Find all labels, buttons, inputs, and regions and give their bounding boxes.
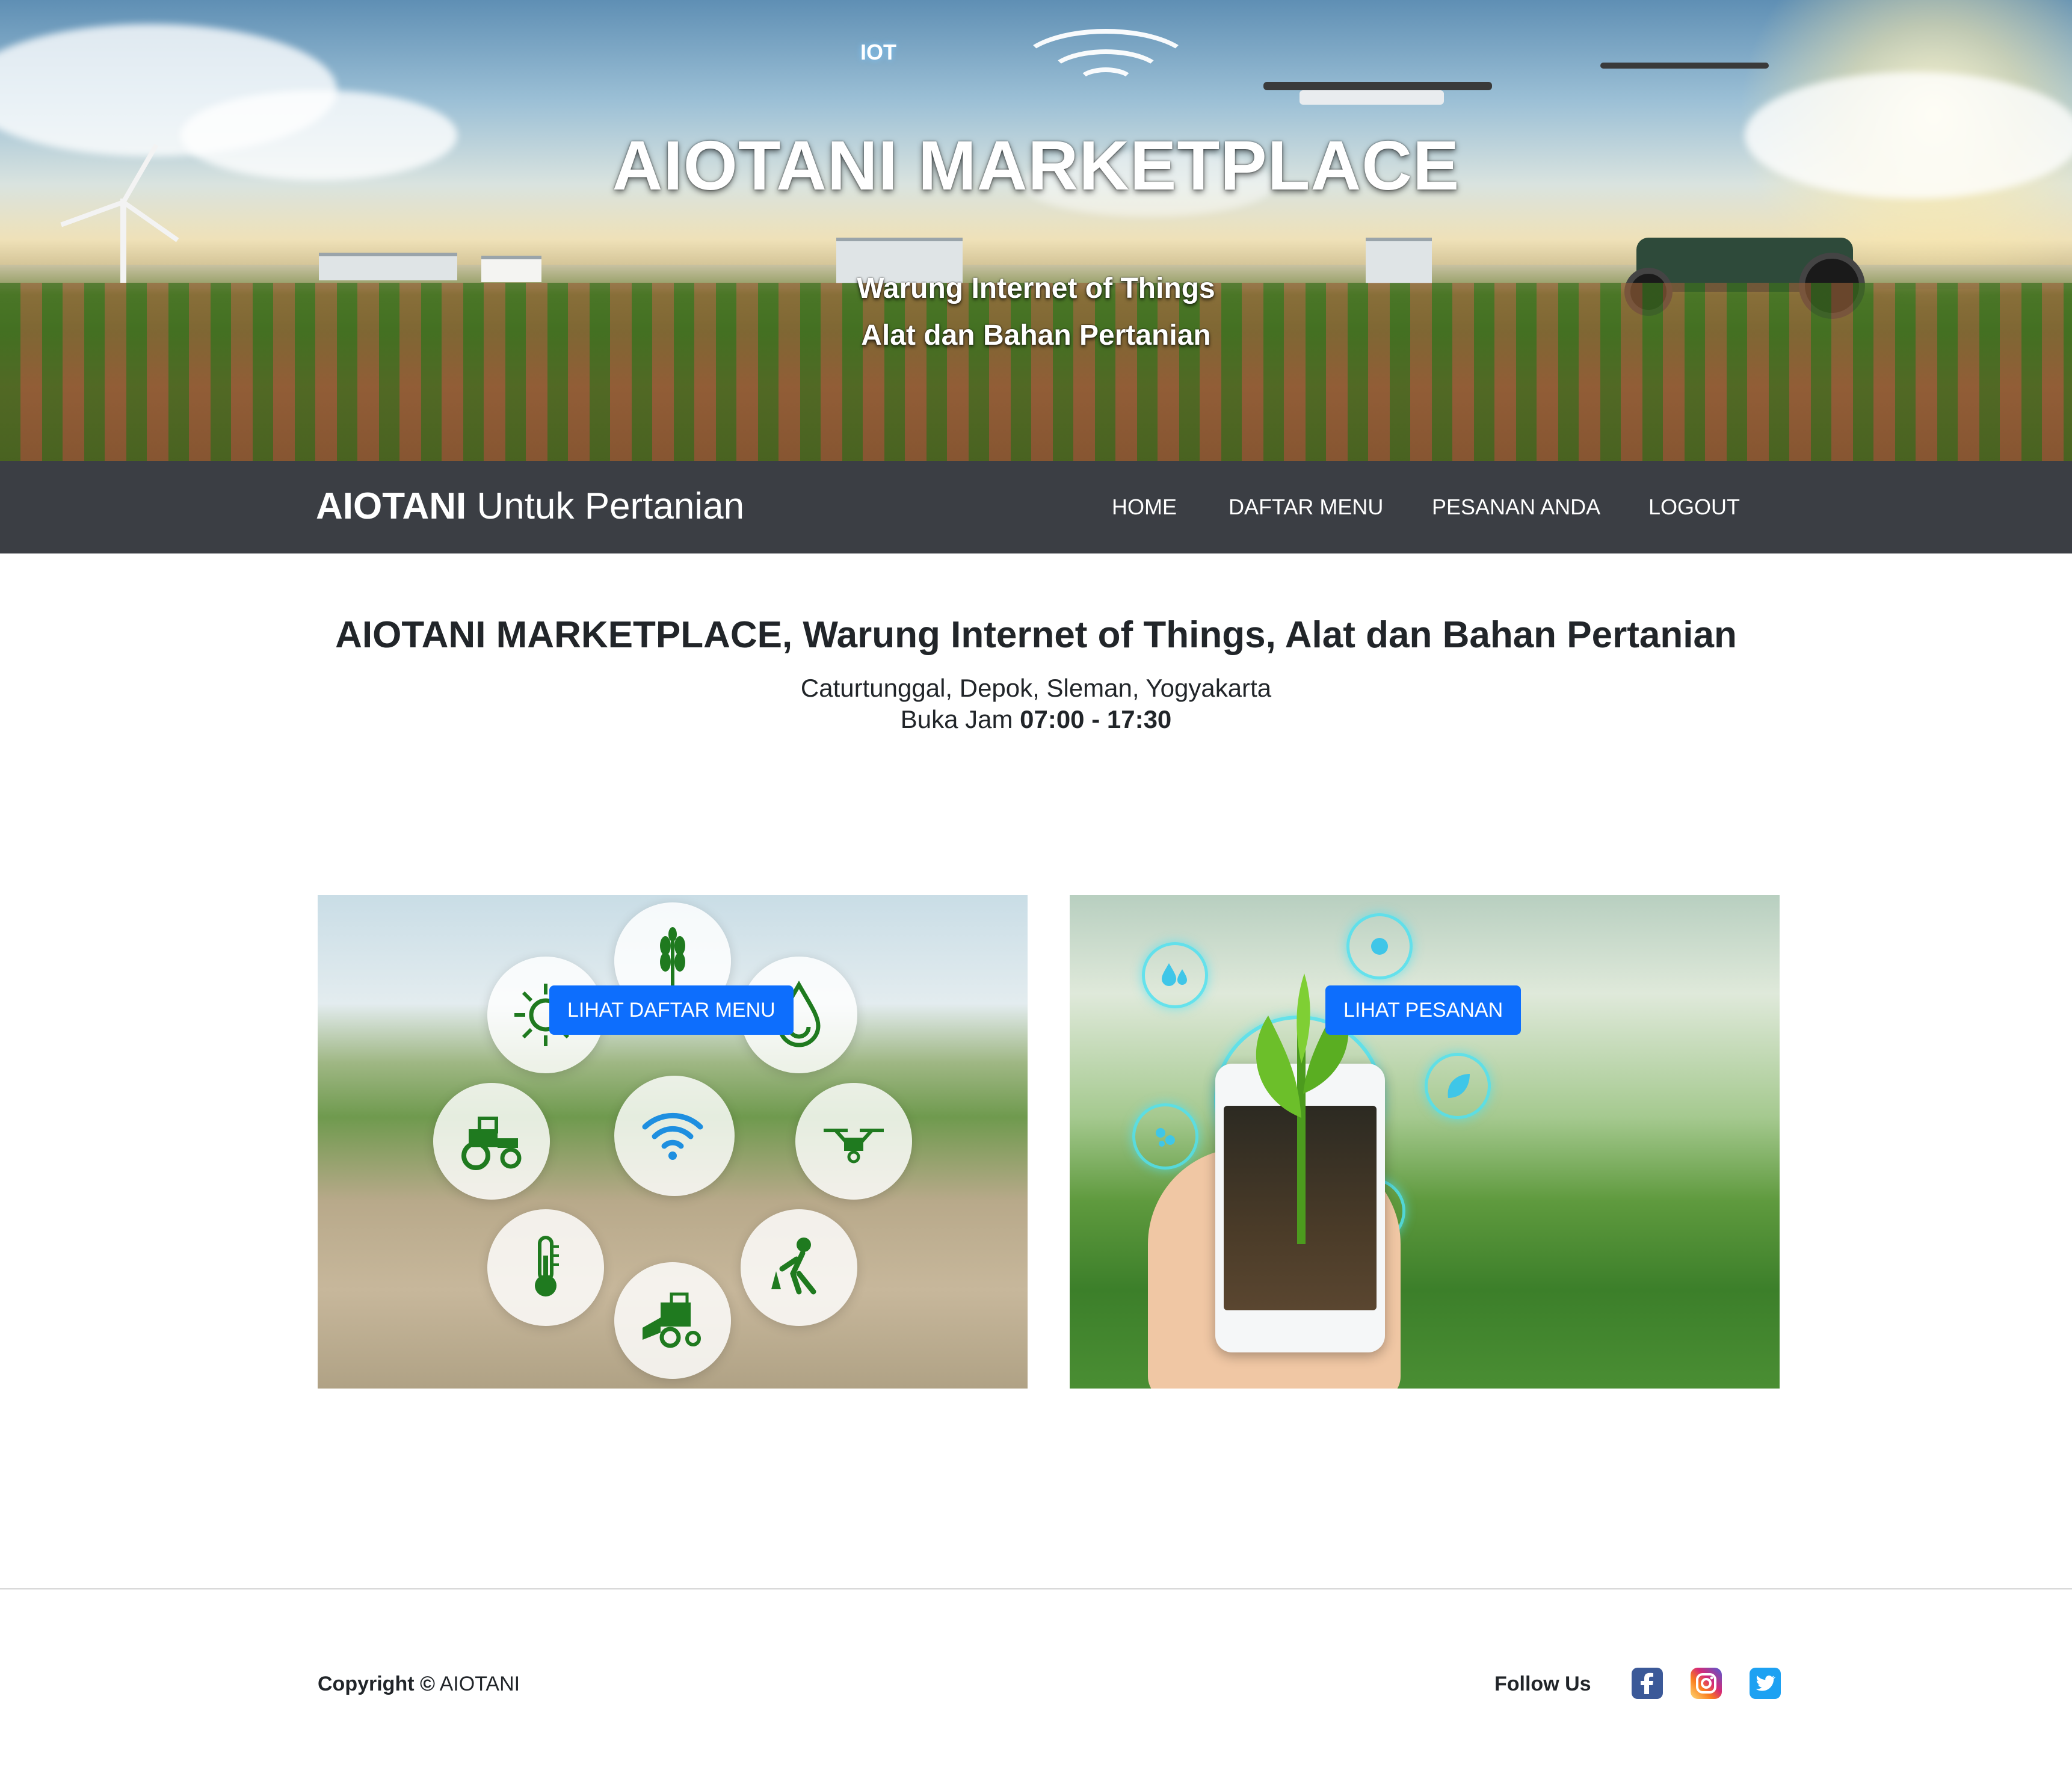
hero-subtitle-line1: Warung Internet of Things bbox=[857, 273, 1215, 304]
tractor-icon bbox=[433, 1083, 550, 1200]
copyright-text: Copyright © AIOTANI bbox=[318, 1672, 520, 1696]
brand-logo[interactable]: AIOTANI Untuk Pertanian bbox=[316, 485, 744, 528]
wind-turbine-blade bbox=[122, 200, 179, 242]
twitter-icon[interactable] bbox=[1750, 1668, 1781, 1699]
wind-turbine bbox=[120, 199, 126, 283]
footer-divider bbox=[0, 1588, 2072, 1589]
opening-hours: Buka Jam 07:00 - 17:30 bbox=[0, 705, 2072, 734]
copyright-label: Copyright bbox=[318, 1672, 420, 1695]
view-menu-button[interactable]: LIHAT DAFTAR MENU bbox=[549, 985, 794, 1035]
water-drops-icon bbox=[1142, 942, 1208, 1008]
nav-pesanan-anda[interactable]: PESANAN ANDA bbox=[1432, 495, 1600, 520]
wifi-signal-icon bbox=[1077, 67, 1135, 96]
hero-title: AIOTANI MARKETPLACE bbox=[612, 126, 1460, 205]
iot-badge: IOT bbox=[860, 40, 896, 64]
follow-us-label: Follow Us bbox=[1494, 1672, 1591, 1695]
navbar: AIOTANI Untuk Pertanian HOME DAFTAR MENU… bbox=[0, 461, 2072, 553]
copyright-symbol: © bbox=[419, 1672, 436, 1695]
location-icon bbox=[1346, 913, 1413, 979]
drone-icon bbox=[795, 1083, 912, 1200]
nav-home[interactable]: HOME bbox=[1112, 495, 1177, 520]
drone-icon bbox=[1300, 90, 1444, 105]
wifi-icon bbox=[614, 1076, 735, 1196]
nav-logout[interactable]: LOGOUT bbox=[1648, 495, 1740, 520]
orders-card: LIHAT PESANAN bbox=[1070, 895, 1780, 1389]
drone-icon bbox=[1600, 63, 1769, 69]
view-orders-button[interactable]: LIHAT PESANAN bbox=[1325, 985, 1522, 1035]
fertilizer-icon bbox=[1132, 1103, 1198, 1170]
hero-subtitle-line2: Alat dan Bahan Pertanian bbox=[861, 319, 1211, 351]
harvester-icon bbox=[614, 1262, 731, 1379]
crop-field bbox=[0, 283, 2072, 461]
brand-name: AIOTANI bbox=[316, 486, 467, 527]
leaf-icon bbox=[1425, 1053, 1491, 1119]
hours-value: 07:00 - 17:30 bbox=[1020, 705, 1172, 733]
facebook-icon[interactable] bbox=[1632, 1668, 1663, 1699]
nav-daftar-menu[interactable]: DAFTAR MENU bbox=[1229, 495, 1383, 520]
copyright-name: AIOTANI bbox=[435, 1672, 520, 1695]
menu-card: LIHAT DAFTAR MENU bbox=[318, 895, 1028, 1389]
brand-tagline: Untuk Pertanian bbox=[466, 486, 745, 527]
drone-icon bbox=[1263, 82, 1492, 90]
farmer-icon bbox=[741, 1209, 857, 1326]
hours-label: Buka Jam bbox=[900, 705, 1020, 733]
hero-banner: IOT AIOTANI MARKETPLACE Warung Internet … bbox=[0, 0, 2072, 461]
thermometer-icon bbox=[487, 1209, 604, 1326]
page-title: AIOTANI MARKETPLACE, Warung Internet of … bbox=[335, 614, 1737, 656]
store-address: Caturtunggal, Depok, Sleman, Yogyakarta bbox=[800, 674, 1272, 702]
instagram-icon[interactable] bbox=[1691, 1668, 1722, 1699]
